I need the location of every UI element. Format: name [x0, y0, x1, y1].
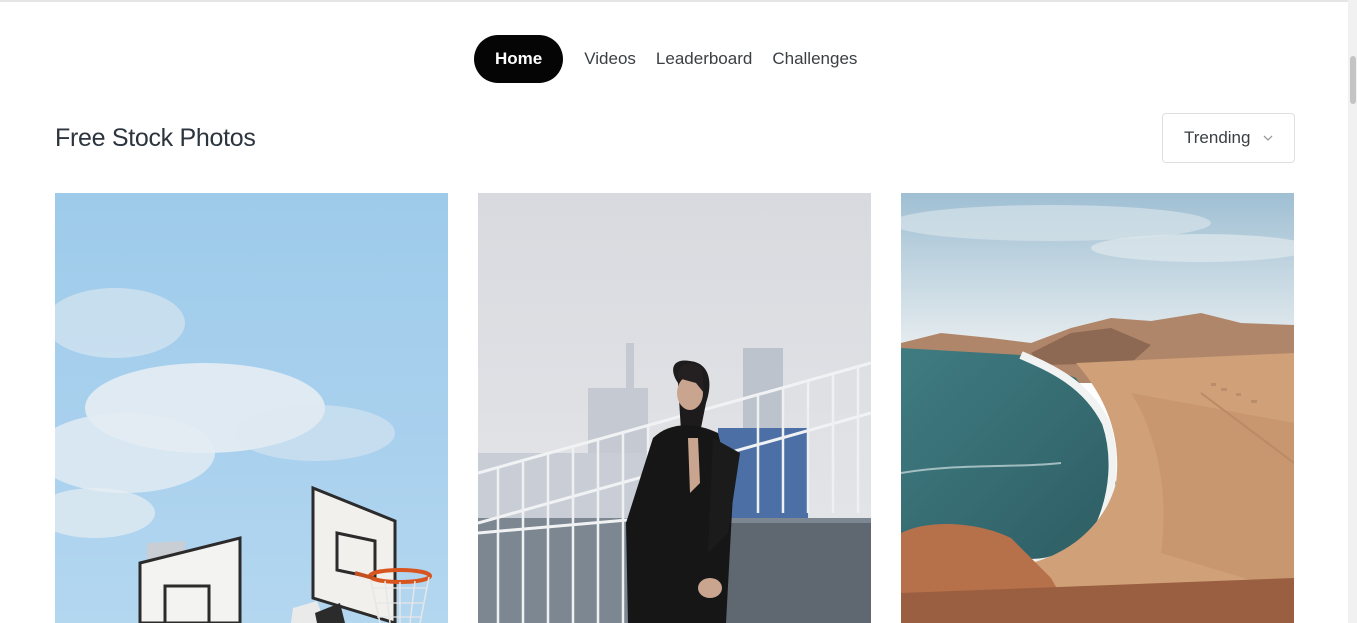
page-title: Free Stock Photos: [55, 124, 256, 152]
chevron-down-icon: [1263, 133, 1273, 143]
main-nav: Home Videos Leaderboard Challenges: [474, 35, 857, 83]
top-border: [0, 0, 1348, 2]
photo-coastline-beach[interactable]: [901, 193, 1294, 623]
page-scrollbar[interactable]: [1348, 0, 1357, 623]
photo-basketball-hoops[interactable]: [55, 193, 448, 623]
woman-rooftop-image: [478, 193, 871, 623]
tab-challenges[interactable]: Challenges: [772, 35, 857, 83]
sort-selected-label: Trending: [1184, 128, 1251, 147]
photo-woman-rooftop[interactable]: [478, 193, 871, 623]
sort-dropdown[interactable]: Trending: [1162, 113, 1295, 163]
basketball-hoops-image: [55, 193, 448, 623]
tab-leaderboard[interactable]: Leaderboard: [656, 35, 752, 83]
tab-home[interactable]: Home: [474, 35, 564, 83]
tab-videos[interactable]: Videos: [584, 35, 636, 83]
coastline-beach-image: [901, 193, 1294, 623]
scrollbar-thumb[interactable]: [1350, 56, 1356, 104]
